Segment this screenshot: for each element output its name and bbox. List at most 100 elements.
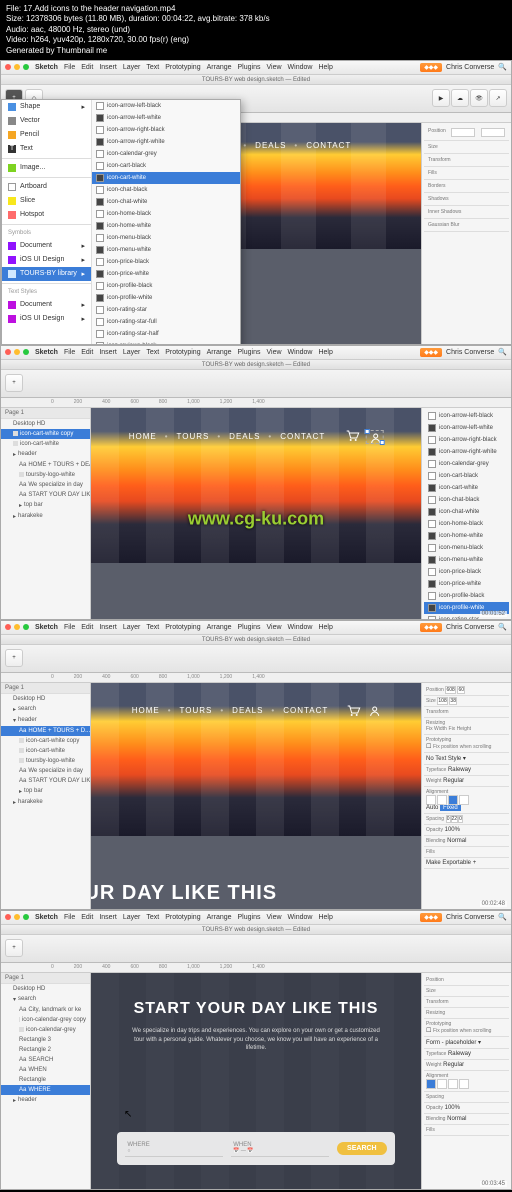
minimize-icon[interactable]	[14, 349, 20, 355]
menu-view[interactable]: View	[266, 64, 281, 71]
dd-ts-doc[interactable]: Document▸	[2, 298, 91, 312]
search-icon[interactable]: 🔍	[498, 63, 507, 71]
symbol-item[interactable]: icon-profile-white	[92, 292, 240, 304]
layer-item[interactable]: ▸ top bar	[1, 500, 90, 511]
symbol-item[interactable]: icon-chat-white	[424, 506, 509, 518]
layer-item[interactable]: icon-cart-white copy	[1, 429, 90, 439]
menu-file[interactable]: File	[64, 64, 75, 71]
symbol-item[interactable]: icon-arrow-right-black	[424, 434, 509, 446]
symbol-item[interactable]: icon-chat-white	[92, 196, 240, 208]
dd-shape[interactable]: Shape▸	[2, 100, 91, 114]
symbol-item[interactable]: icon-cart-white	[424, 482, 509, 494]
preview-button[interactable]: ▶	[432, 89, 450, 107]
dd-pencil[interactable]: Pencil	[2, 128, 91, 142]
symbol-item[interactable]: icon-arrow-right-white	[424, 446, 509, 458]
profile-icon-selected[interactable]	[365, 430, 383, 444]
layer-item[interactable]: ▸ header	[1, 449, 90, 460]
close-icon[interactable]	[5, 64, 11, 70]
insert-button[interactable]: +	[5, 374, 23, 392]
symbol-item[interactable]: icon-menu-black	[92, 232, 240, 244]
nav-deals[interactable]: DEALS	[255, 141, 286, 150]
minimize-icon[interactable]	[14, 64, 20, 70]
search-button[interactable]: SEARCH	[337, 1142, 387, 1155]
symbol-item[interactable]: icon-profile-black	[92, 280, 240, 292]
symbol-item[interactable]: icon-menu-black	[424, 542, 509, 554]
symbol-item[interactable]: icon-cart-black	[92, 160, 240, 172]
symbol-item[interactable]: icon-price-black	[92, 256, 240, 268]
insert-button[interactable]: +	[5, 649, 23, 667]
symbol-item[interactable]: icon-home-white	[92, 220, 240, 232]
symbol-item[interactable]: icon-chat-black	[92, 184, 240, 196]
menu-plugins[interactable]: Plugins	[238, 64, 261, 71]
insert-button[interactable]: +	[5, 939, 23, 957]
align-left-button[interactable]	[426, 795, 436, 805]
symbol-library-panel[interactable]: icon-arrow-left-blackicon-arrow-left-whi…	[421, 408, 511, 620]
cart-icon[interactable]	[346, 705, 360, 717]
account-badge[interactable]: ◆◆◆	[420, 63, 442, 72]
app-name[interactable]: Sketch	[35, 64, 58, 71]
menu-help[interactable]: Help	[318, 64, 332, 71]
dd-vector[interactable]: Vector	[2, 114, 91, 128]
when-field[interactable]: WHEN📅 — 📅	[231, 1140, 329, 1157]
canvas[interactable]: HOME• TOURS• DEALS• CONTACT www.cg-ku.co…	[91, 408, 421, 620]
symbol-item[interactable]: icon-arrow-left-black	[92, 100, 240, 112]
layers-panel[interactable]: Page 1 Desktop HD ▾ search Aa City, land…	[1, 973, 91, 1190]
layer-item[interactable]: Aa We specialize in day	[1, 480, 90, 490]
user-name[interactable]: Chris Converse	[446, 64, 494, 71]
insert-dropdown[interactable]: Shape▸ Vector Pencil TText Image... Artb…	[1, 99, 241, 345]
symbol-item[interactable]: icon-arrow-left-white	[92, 112, 240, 124]
close-icon[interactable]	[5, 349, 11, 355]
layer-item[interactable]: Aa HOME + TOURS + DEALS	[1, 460, 90, 470]
symbol-item[interactable]: icon-calendar-grey	[424, 458, 509, 470]
symbol-item[interactable]: icon-arrow-right-black	[92, 124, 240, 136]
align-justify-button[interactable]	[459, 795, 469, 805]
profile-icon[interactable]	[368, 705, 380, 717]
symbol-item[interactable]: icon-menu-white	[92, 244, 240, 256]
canvas[interactable]: HOME• TOURS• DEALS• CONTACT UR DAY LIKE …	[91, 683, 421, 910]
menu-insert[interactable]: Insert	[99, 64, 117, 71]
menu-text[interactable]: Text	[146, 64, 159, 71]
cloud-button[interactable]: ☁	[451, 89, 469, 107]
menu-arrange[interactable]: Arrange	[207, 64, 232, 71]
align-right-button[interactable]	[448, 795, 458, 805]
window-controls[interactable]	[5, 64, 29, 70]
pos-y-input[interactable]	[481, 128, 505, 137]
layer-item[interactable]: ▸ harakeke	[1, 511, 90, 522]
layer-item[interactable]: Aa START YOUR DAY LIKE	[1, 490, 90, 500]
symbol-item[interactable]: icon-price-black	[424, 566, 509, 578]
symbol-item[interactable]: icon-calendar-grey	[92, 148, 240, 160]
menu-prototyping[interactable]: Prototyping	[165, 64, 200, 71]
dd-sym-tours[interactable]: TOURS-BY library▸	[2, 267, 91, 281]
dd-artboard[interactable]: Artboard	[2, 180, 91, 194]
symbol-item[interactable]: icon-chat-black	[424, 494, 509, 506]
dd-image[interactable]: Image...	[2, 161, 91, 175]
symbol-item[interactable]: icon-rating-star-half	[92, 328, 240, 340]
dd-sym-doc[interactable]: Document▸	[2, 239, 91, 253]
symbol-item[interactable]: icon-home-black	[424, 518, 509, 530]
layer-item[interactable]: icon-cart-white	[1, 439, 90, 449]
pos-x-input[interactable]	[451, 128, 475, 137]
dd-slice[interactable]: Slice	[2, 194, 91, 208]
menu-window[interactable]: Window	[288, 64, 313, 71]
symbol-item[interactable]: icon-home-black	[92, 208, 240, 220]
zoom-icon[interactable]	[23, 349, 29, 355]
menu-edit[interactable]: Edit	[81, 64, 93, 71]
symbol-item[interactable]: icon-arrow-left-black	[424, 410, 509, 422]
symbol-item[interactable]: icon-cart-black	[424, 470, 509, 482]
nav-contact[interactable]: CONTACT	[306, 141, 351, 150]
export-button[interactable]: ↗	[489, 89, 507, 107]
canvas[interactable]: START YOUR DAY LIKE THIS We specialize i…	[91, 973, 421, 1190]
symbol-item[interactable]: icon-price-white	[92, 268, 240, 280]
symbol-item[interactable]: icon-cart-white	[92, 172, 240, 184]
dd-text[interactable]: TText	[2, 142, 91, 156]
dd-hotspot[interactable]: Hotspot	[2, 208, 91, 222]
search-icon[interactable]: 🔍	[498, 348, 507, 356]
symbol-item[interactable]: icon-profile-black	[424, 590, 509, 602]
cart-icon[interactable]	[345, 430, 359, 444]
symbol-item[interactable]: icon-rating-star	[92, 304, 240, 316]
view-button[interactable]: 👁	[470, 89, 488, 107]
symbol-item[interactable]: icon-menu-white	[424, 554, 509, 566]
menu-layer[interactable]: Layer	[123, 64, 141, 71]
symbol-item[interactable]: icon-arrow-right-white	[92, 136, 240, 148]
dd-ts-ios[interactable]: iOS UI Design▸	[2, 312, 91, 326]
